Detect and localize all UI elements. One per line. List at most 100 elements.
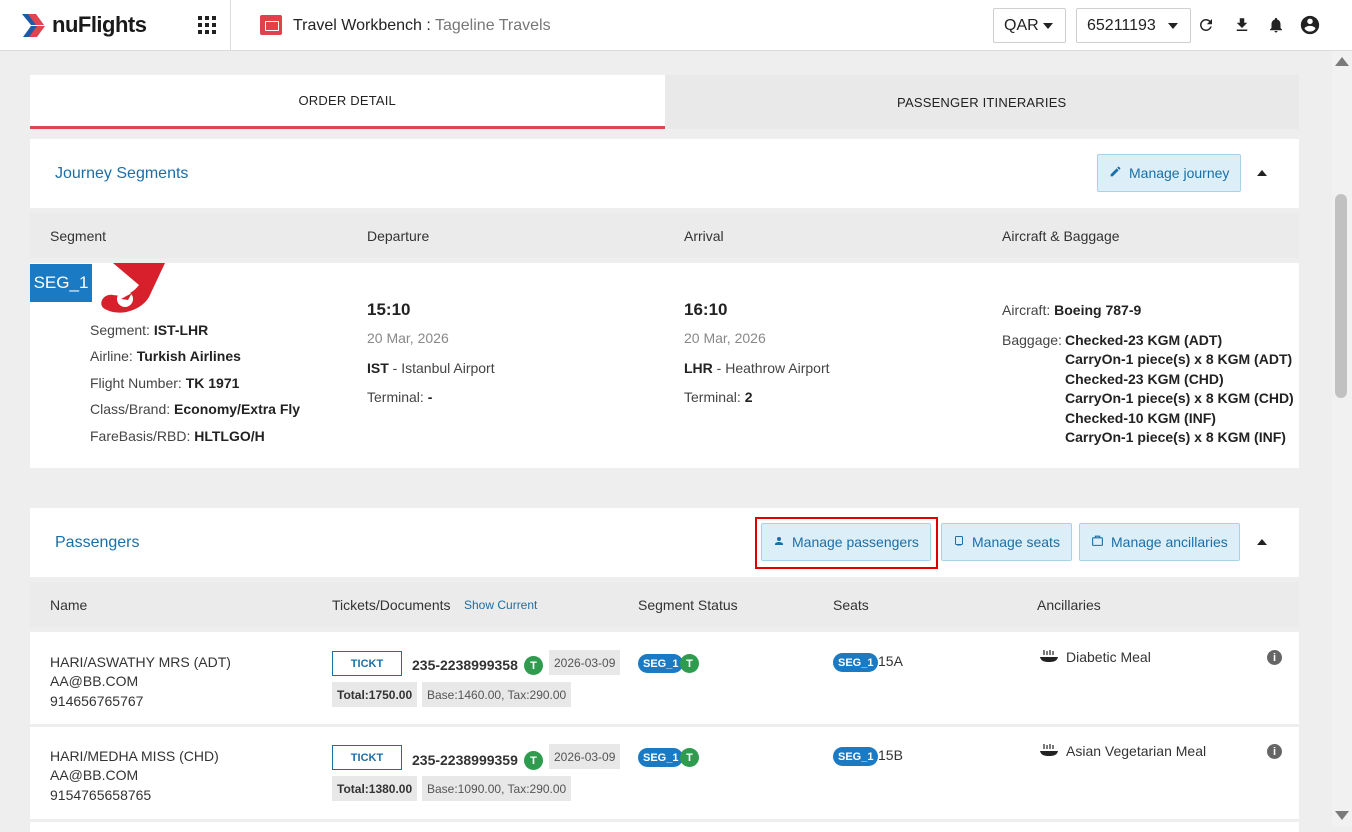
- collapse-passengers-icon[interactable]: [1257, 539, 1267, 545]
- arrival-date: 20 Mar, 2026: [684, 330, 766, 346]
- seat-number: 15B: [878, 747, 903, 763]
- passenger-name: HARI/ASWATHY MRS (ADT): [50, 654, 231, 670]
- scrollbar-thumb[interactable]: [1335, 194, 1347, 398]
- passenger-email: AA@BB.COM: [50, 673, 139, 689]
- ticket-status-badge: T: [524, 656, 543, 675]
- segment-status-badge: SEG_1: [638, 654, 684, 673]
- highlight-box: [755, 517, 938, 569]
- passengers-header: Passengers Manage passengers Manage seat…: [30, 508, 1299, 577]
- show-current-link[interactable]: Show Current: [464, 598, 537, 612]
- column-aircraft-baggage: Aircraft & Baggage: [1002, 228, 1120, 244]
- ticket-date: 2026-03-09: [549, 744, 621, 769]
- baggage-item: Checked-23 KGM (ADT): [1065, 332, 1223, 348]
- ticket-type-button[interactable]: TICKT: [332, 745, 402, 770]
- aircraft-type: Aircraft: Boeing 787-9: [1002, 302, 1142, 318]
- arrival-terminal: Terminal: 2: [684, 389, 753, 405]
- seat-segment-badge: SEG_1: [833, 747, 879, 766]
- journey-segments-title: Journey Segments: [55, 165, 189, 182]
- baggage-item: Checked-10 KGM (INF): [1065, 410, 1216, 426]
- column-name: Name: [50, 597, 88, 613]
- currency-value: QAR: [1004, 16, 1039, 34]
- passengers-title: Passengers: [55, 534, 140, 551]
- arrival-time: 16:10: [684, 300, 728, 319]
- departure-terminal: Terminal: -: [367, 389, 433, 405]
- chevron-down-icon: [1168, 23, 1178, 29]
- column-segment-status: Segment Status: [638, 597, 738, 613]
- ancillary-name: Diabetic Meal: [1066, 649, 1151, 665]
- segment-class-brand: Class/Brand: Economy/Extra Fly: [90, 401, 301, 417]
- workbench-icon: [260, 15, 282, 35]
- user-account-icon[interactable]: [1299, 14, 1321, 36]
- account-select[interactable]: 65211193: [1076, 8, 1191, 43]
- ticket-total: Total:1380.00: [332, 776, 418, 801]
- passenger-row: [30, 822, 1299, 832]
- divider: [230, 0, 231, 50]
- app-title: Travel Workbench : Tageline Travels: [293, 17, 551, 34]
- nuflights-logo[interactable]: nuFlights: [22, 9, 147, 41]
- manage-journey-button[interactable]: Manage journey: [1097, 154, 1242, 192]
- column-arrival: Arrival: [684, 228, 724, 244]
- ticket-type-button[interactable]: TICKT: [332, 651, 402, 676]
- segment-status-ticketed: T: [680, 748, 699, 767]
- passengers-table-header: Name Tickets/Documents Show Current Segm…: [30, 582, 1299, 627]
- pencil-icon: [1109, 165, 1122, 181]
- baggage-item: CarryOn-1 piece(s) x 8 KGM (CHD): [1065, 390, 1294, 406]
- baggage-item: Checked-23 KGM (CHD): [1065, 371, 1224, 387]
- meal-icon: [1039, 649, 1059, 666]
- passenger-email: AA@BB.COM: [50, 767, 139, 783]
- scrollbar[interactable]: [1332, 51, 1352, 827]
- segment-status-ticketed: T: [680, 654, 699, 673]
- segment-id-badge: SEG_1: [30, 264, 92, 302]
- currency-select[interactable]: QAR: [993, 8, 1066, 43]
- baggage-label: Baggage:: [1002, 332, 1062, 348]
- segment-flight-number: Flight Number: TK 1971: [90, 375, 240, 391]
- segment-status-badge: SEG_1: [638, 748, 684, 767]
- manage-ancillaries-button[interactable]: Manage ancillaries: [1079, 523, 1240, 561]
- column-seats: Seats: [833, 597, 869, 613]
- column-ancillaries: Ancillaries: [1037, 597, 1101, 613]
- ticket-total: Total:1750.00: [332, 682, 418, 707]
- apps-grid-icon[interactable]: [198, 16, 216, 34]
- column-tickets: Tickets/Documents: [332, 597, 451, 613]
- manage-ancillaries-label: Manage ancillaries: [1111, 534, 1228, 550]
- tab-passenger-itineraries[interactable]: PASSENGER ITINERARIES: [664, 75, 1299, 129]
- tab-bar: ORDER DETAIL PASSENGER ITINERARIES: [30, 75, 1299, 129]
- nuflights-logo-icon: [22, 14, 45, 37]
- ticket-number[interactable]: 235-2238999359: [412, 752, 518, 768]
- scroll-up-arrow-icon[interactable]: [1335, 57, 1349, 66]
- journey-segments-header: Journey Segments Manage journey: [30, 139, 1299, 208]
- tab-order-detail[interactable]: ORDER DETAIL: [30, 75, 665, 129]
- journey-table-header: Segment Departure Arrival Aircraft & Bag…: [30, 213, 1299, 258]
- ticket-number[interactable]: 235-2238999358: [412, 657, 518, 673]
- ticket-base-tax: Base:1460.00, Tax:290.00: [422, 682, 572, 707]
- ticket-base-tax: Base:1090.00, Tax:290.00: [422, 776, 572, 801]
- seat-segment-badge: SEG_1: [833, 653, 879, 672]
- refresh-icon[interactable]: [1195, 14, 1217, 36]
- passenger-phone: 9154765658765: [50, 787, 152, 803]
- scroll-down-arrow-icon[interactable]: [1335, 811, 1349, 820]
- download-icon[interactable]: [1231, 14, 1253, 36]
- ticket-date: 2026-03-09: [549, 650, 621, 675]
- segment-fare-basis: FareBasis/RBD: HLTLGO/H: [90, 428, 265, 444]
- account-value: 65211193: [1087, 16, 1156, 34]
- passenger-name: HARI/MEDHA MISS (CHD): [50, 748, 219, 764]
- agency-name: Tageline Travels: [434, 17, 551, 34]
- manage-seats-button[interactable]: Manage seats: [941, 523, 1072, 561]
- ticket-status-badge: T: [524, 751, 543, 770]
- passenger-row: [30, 632, 1299, 724]
- seat-icon: [953, 535, 965, 550]
- arrival-airport: LHR - Heathrow Airport: [684, 360, 830, 376]
- info-icon[interactable]: i: [1267, 650, 1282, 665]
- baggage-item: CarryOn-1 piece(s) x 8 KGM (INF): [1065, 429, 1286, 445]
- column-segment: Segment: [50, 228, 107, 244]
- chevron-down-icon: [1043, 23, 1053, 29]
- departure-airport: IST - Istanbul Airport: [367, 360, 495, 376]
- bag-icon: [1091, 534, 1104, 550]
- top-bar: nuFlights Travel Workbench : Tageline Tr…: [0, 0, 1352, 51]
- info-icon[interactable]: i: [1267, 744, 1282, 759]
- column-departure: Departure: [367, 228, 430, 244]
- departure-time: 15:10: [367, 300, 411, 319]
- collapse-journey-icon[interactable]: [1257, 170, 1267, 176]
- notification-bell-icon[interactable]: [1265, 14, 1287, 36]
- passenger-row: [30, 727, 1299, 819]
